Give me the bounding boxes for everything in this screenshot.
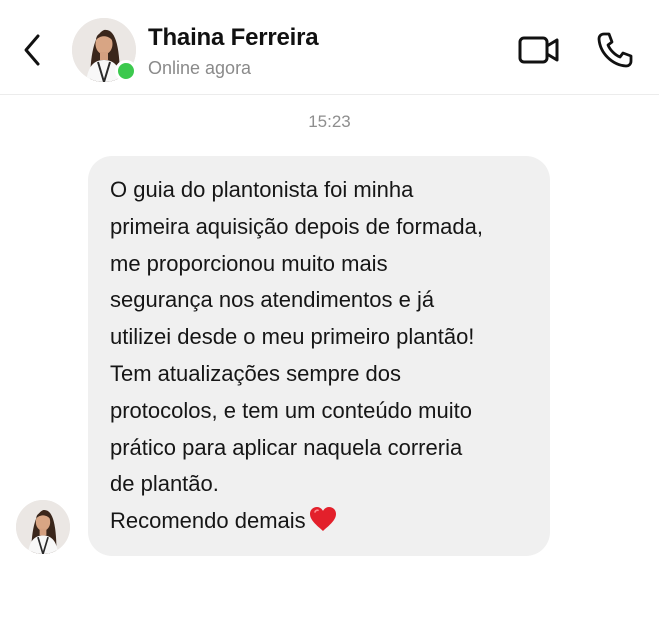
chat-header: Thaina Ferreira Online agora <box>0 0 659 95</box>
online-status-dot <box>115 60 137 82</box>
contact-status: Online agora <box>148 58 252 78</box>
video-call-button[interactable] <box>516 30 562 70</box>
message-timestamp: 15:23 <box>308 112 351 131</box>
back-button[interactable] <box>14 28 50 72</box>
message-line: prático para aplicar naquela correria <box>110 434 463 460</box>
message-last-line: Recomendo demais <box>110 503 530 545</box>
message-line: segurança nos atendimentos e já <box>110 287 435 313</box>
voice-call-button[interactable] <box>594 30 636 70</box>
message-bubble[interactable]: O guia do plantonista foi minha primeira… <box>88 156 550 556</box>
message-line: de plantão. <box>110 471 219 497</box>
message-line: protocolos, e tem um conteúdo muito <box>110 397 472 423</box>
message-line: me proporcionou muito mais <box>110 250 388 276</box>
message-line: Recomendo demais <box>110 508 306 534</box>
sender-avatar[interactable] <box>16 500 70 554</box>
contact-name[interactable]: Thaina Ferreira <box>148 24 319 52</box>
message-line: O guia do plantonista foi minha <box>110 177 414 202</box>
chat-screen: Thaina Ferreira Online agora 15:23 O gui… <box>0 0 659 627</box>
message-line: Tem atualizações sempre dos <box>110 360 402 386</box>
phone-icon <box>597 32 633 68</box>
message-line: primeira aquisição depois de formada, <box>110 213 483 239</box>
contact-avatar-container[interactable] <box>72 18 137 82</box>
video-camera-icon <box>518 36 559 64</box>
message-line: utilizei desde o meu primeiro plantão! <box>110 324 475 350</box>
heart-icon <box>308 505 338 545</box>
chevron-left-icon <box>24 34 40 66</box>
